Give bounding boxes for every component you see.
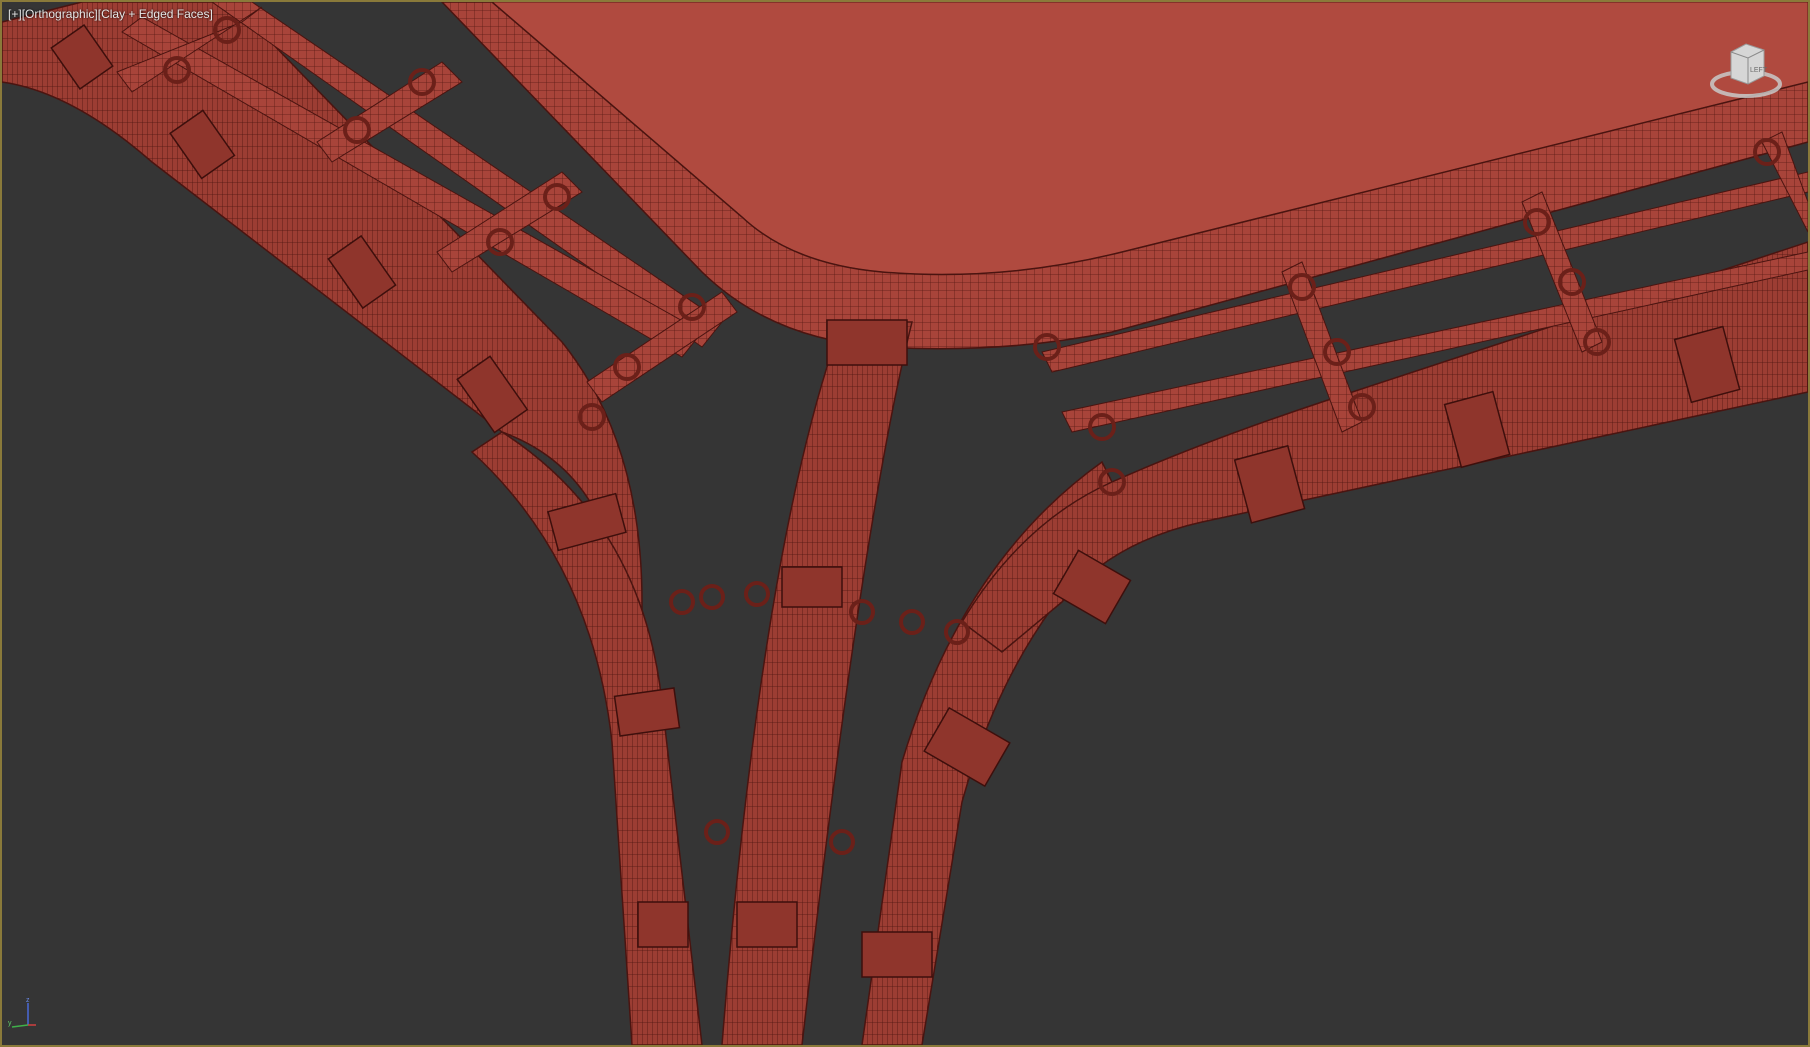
viewport[interactable]: [+][Orthographic][Clay + Edged Faces] LE… — [0, 0, 1810, 1047]
wicker-table-model[interactable] — [2, 2, 1808, 1045]
viewport-view-mode[interactable]: [Orthographic] — [22, 7, 98, 21]
axis-z-label: z — [26, 997, 30, 1004]
viewport-menu-plus[interactable]: [+] — [8, 7, 22, 21]
axis-y-label: y — [8, 1020, 12, 1027]
viewport-label[interactable]: [+][Orthographic][Clay + Edged Faces] — [8, 7, 213, 21]
axis-tripod-icon: z y — [8, 997, 36, 1028]
viewcube-icon[interactable]: LEFT — [1706, 34, 1786, 104]
viewcube-face-label: LEFT — [1750, 67, 1768, 74]
viewport-shading-mode[interactable]: [Clay + Edged Faces] — [98, 7, 213, 21]
